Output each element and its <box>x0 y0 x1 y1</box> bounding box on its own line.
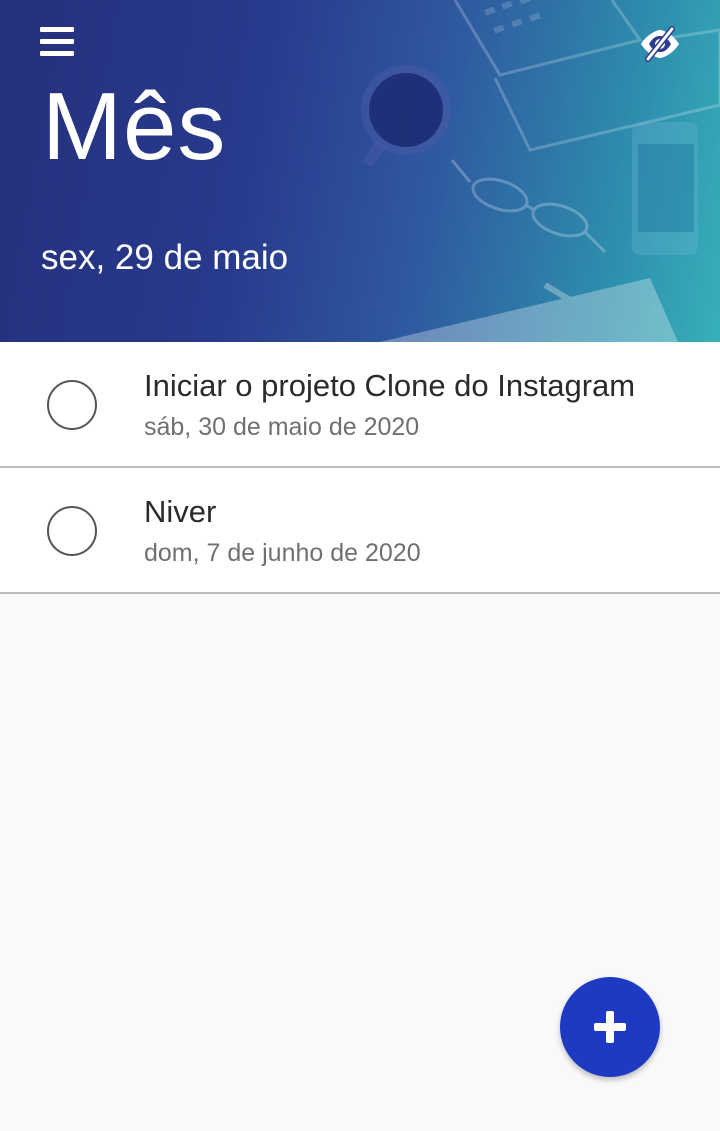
eye-slash-icon <box>641 26 679 62</box>
current-date: sex, 29 de maio <box>41 238 289 277</box>
task-title: Niver <box>144 494 217 529</box>
page-title: Mês <box>42 73 227 180</box>
task-item[interactable]: Niver dom, 7 de junho de 2020 <box>0 468 720 594</box>
task-checkbox[interactable] <box>47 506 97 556</box>
toggle-visibility-button[interactable] <box>638 26 682 62</box>
app-screen: Mês sex, 29 de maio Iniciar o projeto Cl… <box>0 0 720 1131</box>
header-banner: Mês sex, 29 de maio <box>0 0 720 342</box>
task-item[interactable]: Iniciar o projeto Clone do Instagram sáb… <box>0 342 720 468</box>
plus-icon-bar <box>606 1011 614 1043</box>
hamburger-line <box>40 39 74 44</box>
hamburger-line <box>40 51 74 56</box>
task-checkbox[interactable] <box>47 380 97 430</box>
add-task-button[interactable] <box>560 977 660 1077</box>
task-list: Iniciar o projeto Clone do Instagram sáb… <box>0 342 720 594</box>
task-date: sáb, 30 de maio de 2020 <box>144 413 420 441</box>
task-title: Iniciar o projeto Clone do Instagram <box>144 368 636 403</box>
hamburger-menu-icon <box>40 27 74 32</box>
menu-button[interactable] <box>40 27 74 57</box>
task-date: dom, 7 de junho de 2020 <box>144 539 421 567</box>
